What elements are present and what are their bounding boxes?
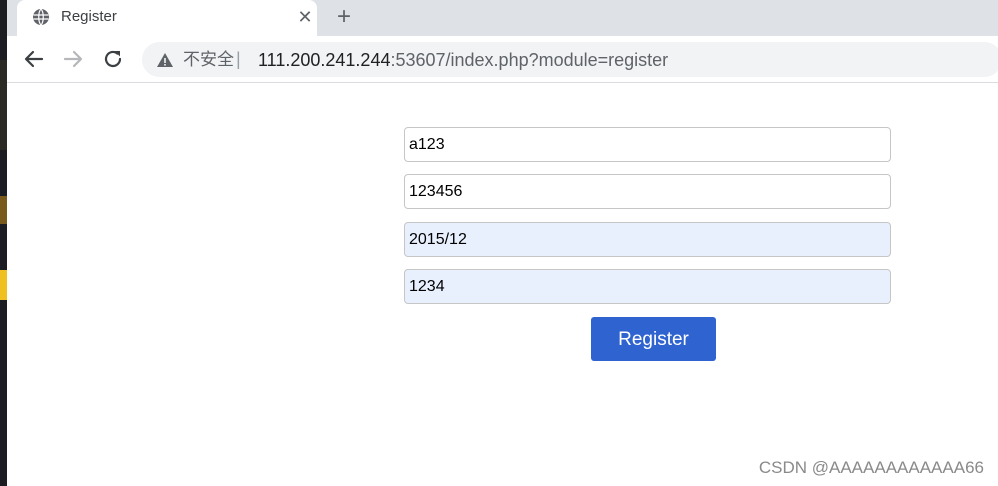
password-input[interactable] — [404, 174, 891, 209]
globe-icon — [33, 8, 49, 26]
reload-icon[interactable] — [100, 46, 126, 72]
browser-window: Register ✕ + 不安全 | 111.200.241.244:53607… — [7, 0, 998, 486]
back-arrow-icon[interactable] — [21, 46, 47, 72]
page-content: Register — [7, 84, 998, 486]
register-button[interactable]: Register — [591, 317, 716, 361]
code-input[interactable] — [404, 269, 891, 304]
username-input[interactable] — [404, 127, 891, 162]
plus-icon[interactable]: + — [332, 5, 356, 29]
url-path: :53607/index.php?module=register — [390, 50, 669, 70]
url-separator: | — [236, 49, 241, 69]
date-input[interactable] — [404, 222, 891, 257]
address-bar[interactable]: 不安全 | 111.200.241.244:53607/index.php?mo… — [142, 42, 998, 77]
url-host: 111.200.241.244 — [258, 50, 391, 70]
tab-register[interactable]: Register ✕ — [17, 0, 317, 36]
background-window-stripe — [0, 60, 7, 150]
background-window-edge — [0, 0, 7, 486]
url-text[interactable]: 111.200.241.244:53607/index.php?module=r… — [258, 50, 668, 70]
security-label[interactable]: 不安全 — [183, 50, 234, 70]
tab-title: Register — [61, 8, 117, 25]
close-icon[interactable]: ✕ — [295, 7, 315, 27]
watermark: CSDN @AAAAAAAAAAAA66 — [758, 458, 984, 477]
warning-icon[interactable] — [156, 51, 174, 69]
background-window-stripe — [0, 196, 7, 224]
browser-toolbar: 不安全 | 111.200.241.244:53607/index.php?mo… — [7, 36, 998, 83]
background-window-stripe — [0, 270, 7, 300]
forward-arrow-icon[interactable] — [60, 46, 86, 72]
tab-strip: Register ✕ + — [7, 0, 998, 36]
